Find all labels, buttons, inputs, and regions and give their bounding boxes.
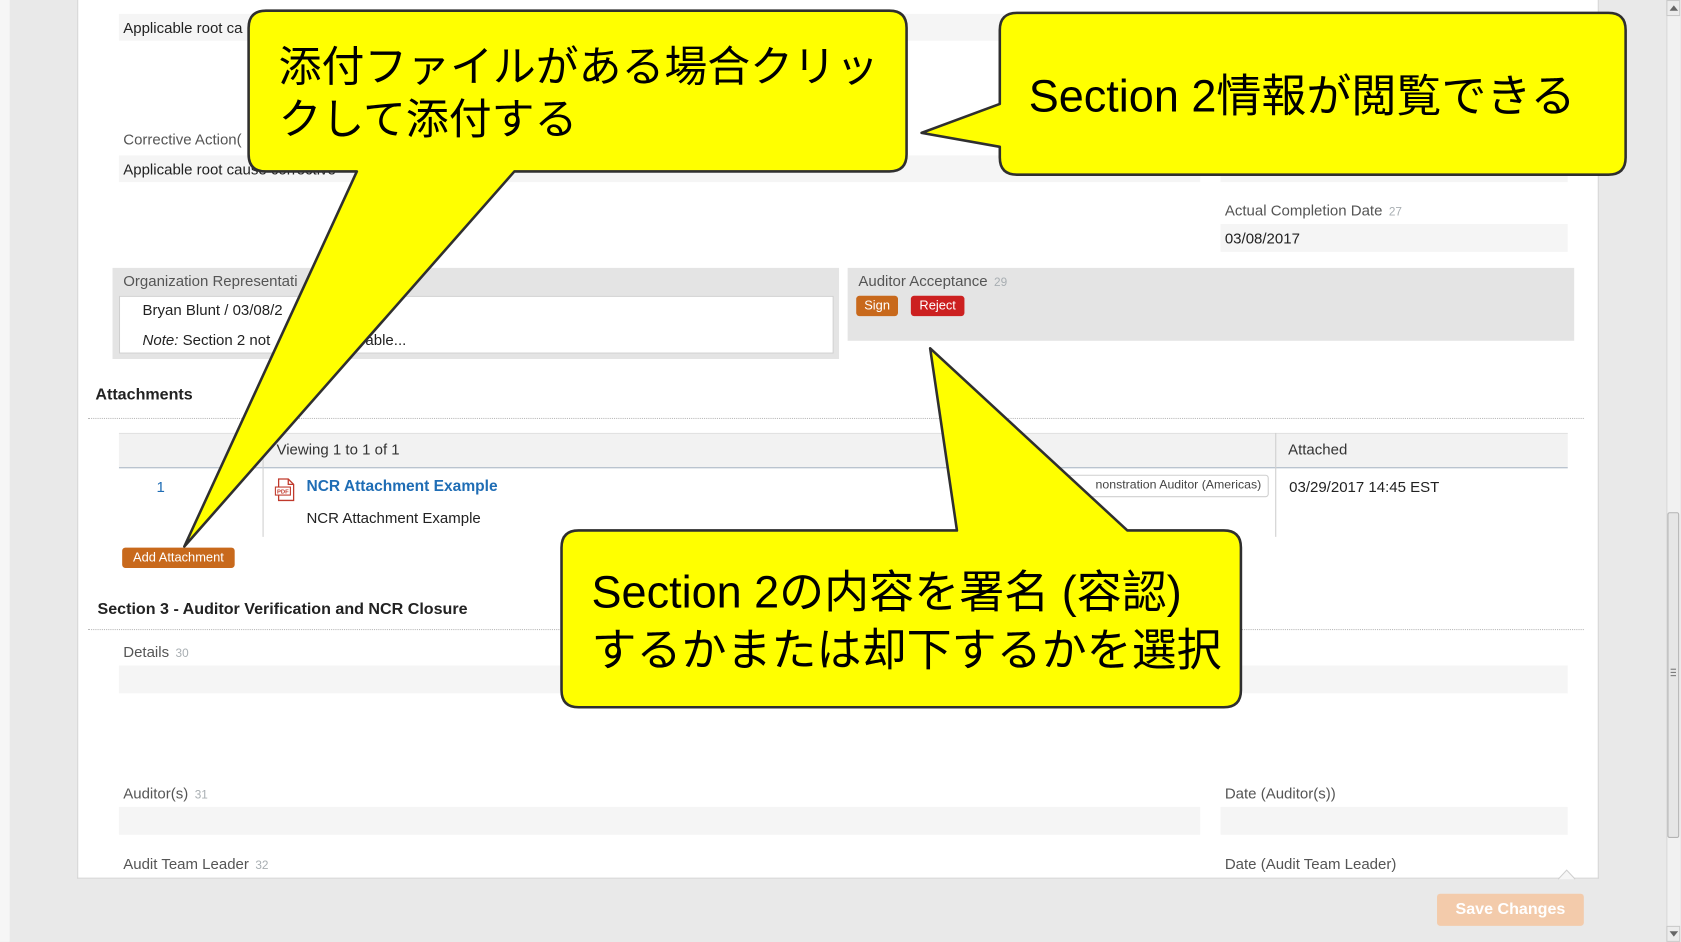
callout-section2-view-text: Section 2情報が閲覧できる [1028,70,1576,122]
callout-sign-reject-line1: Section 2の内容を署名 (容認) [591,566,1182,618]
callout-add-attachment-line2: クして添付する [278,96,578,144]
screen: Applicable root ca Corrective Action( Ap… [0,0,1681,942]
callout-add-attachment-line1: 添付ファイルがある場合クリッ [278,43,879,92]
callout-sign-reject-line2: するかまたは却下するかを選択 [591,624,1222,676]
